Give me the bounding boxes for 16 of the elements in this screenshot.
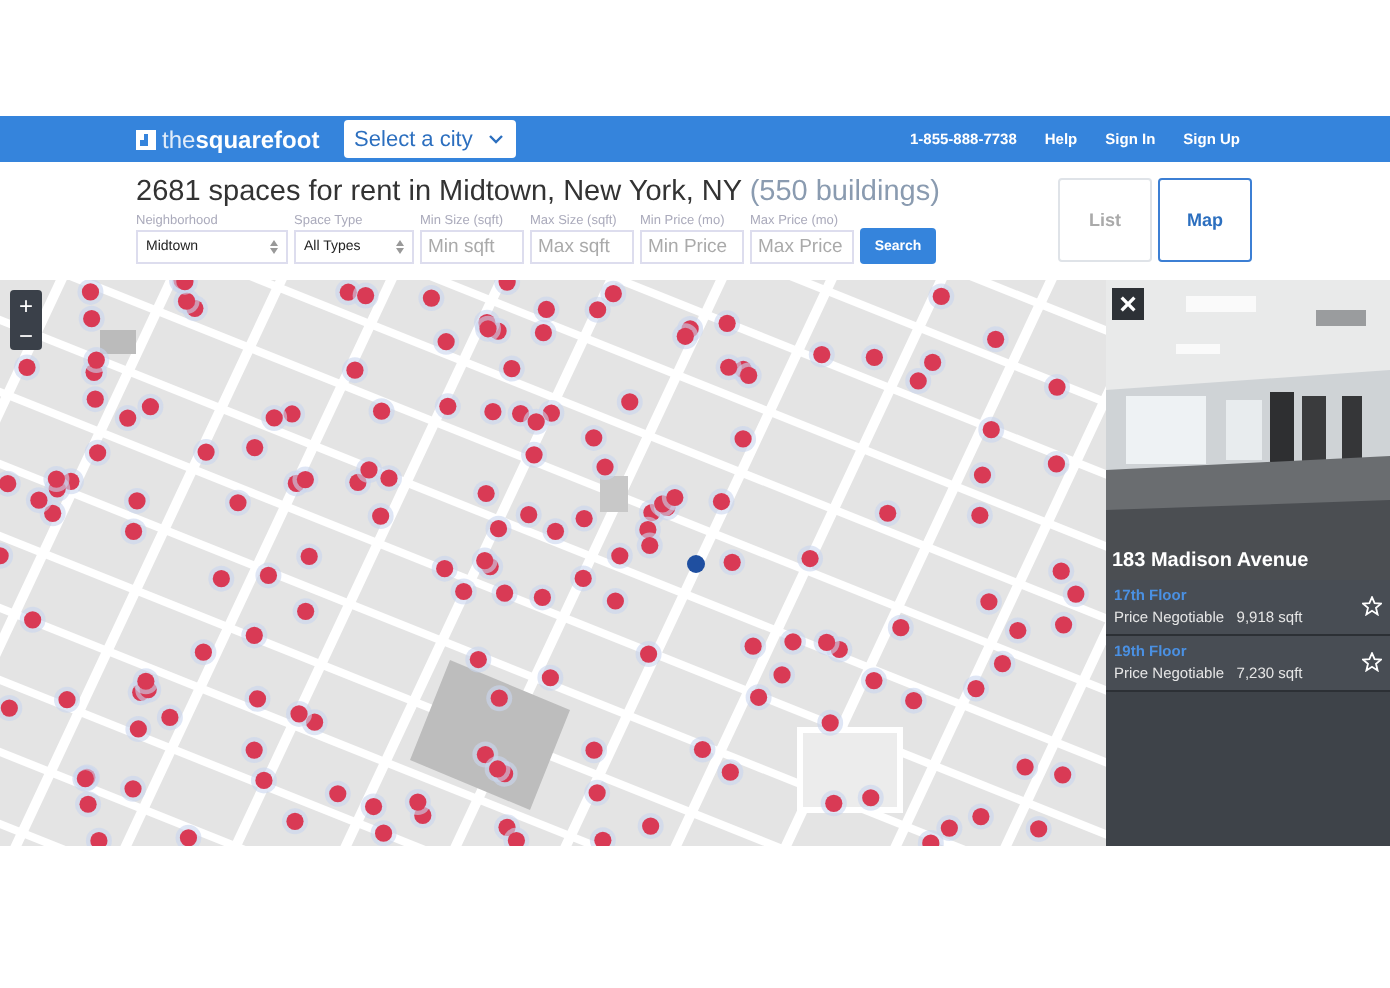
site-logo[interactable]: thesquarefoot [136, 125, 320, 153]
results-headline: 2681 spaces for rent in Midtown, New York, NY (550 buildings) [136, 176, 940, 208]
star-icon[interactable] [1362, 596, 1382, 616]
updown-icon [396, 240, 404, 254]
filter-input[interactable]: Min sqft [420, 230, 524, 264]
building-title: 183 Madison Avenue [1112, 550, 1309, 572]
close-button[interactable]: × [1112, 288, 1144, 320]
updown-icon [270, 240, 278, 254]
star-icon[interactable] [1362, 652, 1382, 672]
city-select[interactable]: Select a city [343, 120, 516, 158]
view-tab[interactable]: List [1058, 178, 1152, 262]
view-tab[interactable]: Map [1158, 178, 1252, 262]
chevron-icon [488, 134, 505, 144]
filter-input[interactable]: Min Price [640, 230, 744, 264]
filter-input[interactable]: Max sqft [530, 230, 634, 264]
filter-input[interactable]: Max Price [750, 230, 854, 264]
